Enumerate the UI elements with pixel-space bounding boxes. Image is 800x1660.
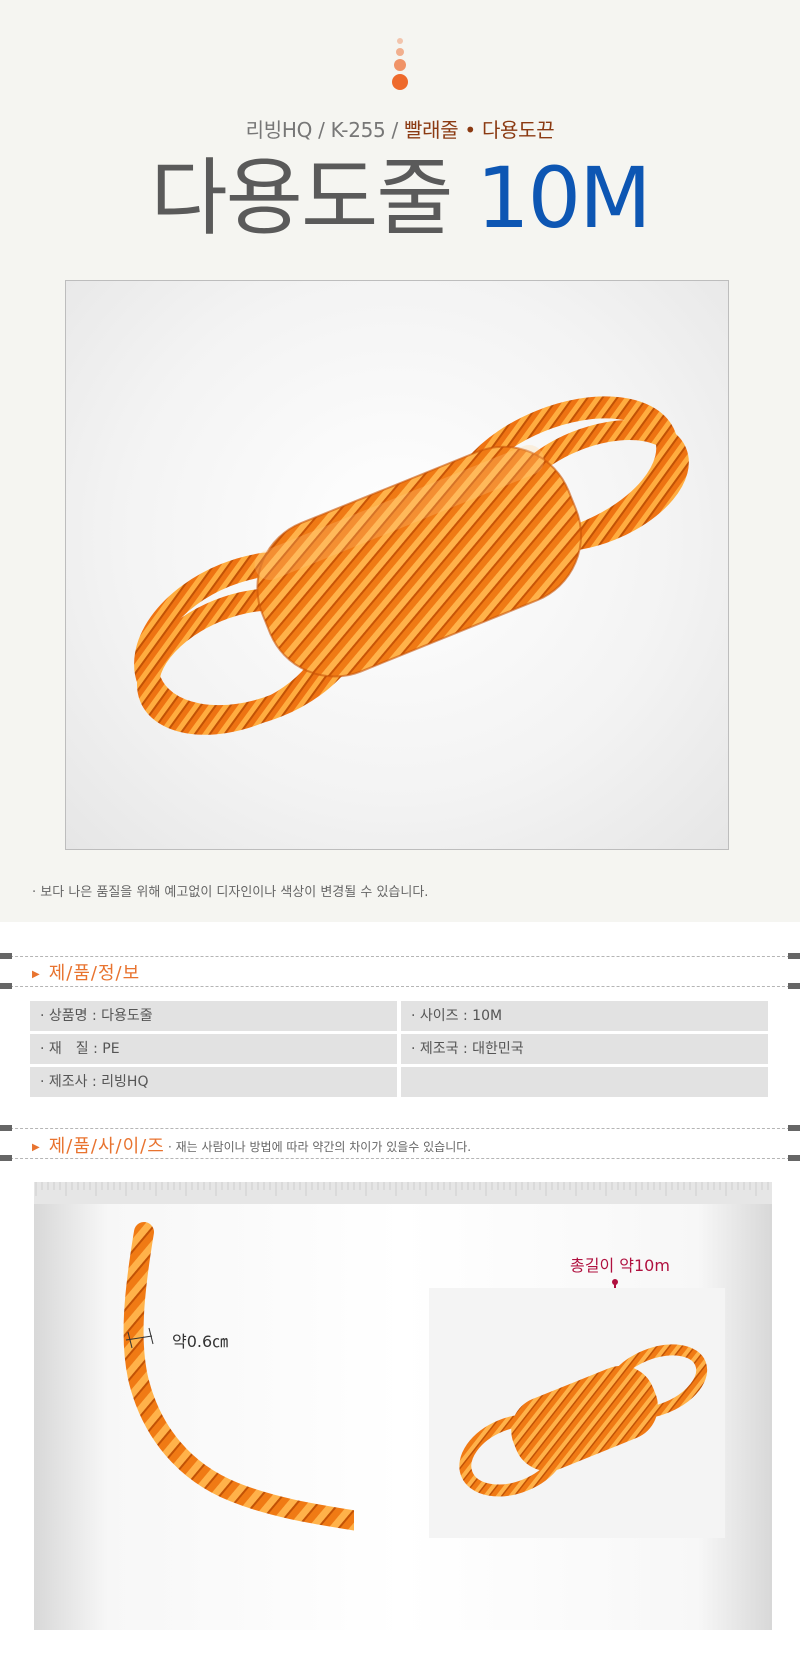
divider-tick-icon <box>0 983 12 989</box>
table-row: · 재 질 : PE · 제조국 : 대한민국 <box>30 1034 768 1064</box>
title-length: 10M <box>476 149 651 247</box>
rope-coil-inset-photo <box>429 1288 725 1538</box>
spec-size: · 사이즈 : 10M <box>401 1001 768 1031</box>
section-title-text: 제/품/사/이/즈 <box>48 1136 165 1157</box>
spec-empty <box>401 1067 768 1097</box>
triangle-bullet-icon: ▶ <box>32 969 41 980</box>
section-title-text: 제/품/정/보 <box>48 963 141 984</box>
section-divider <box>0 986 800 987</box>
design-change-notice: · 보다 나은 품질을 위해 예고없이 디자인이나 색상이 변경될 수 있습니다… <box>32 885 429 900</box>
length-label: 총길이 약10m <box>570 1256 670 1275</box>
spec-table: · 상품명 : 다용도줄 · 사이즈 : 10M · 재 질 : PE · 제조… <box>30 1001 768 1100</box>
product-subtitle: 리빙HQ / K-255 / 빨래줄 • 다용도끈 <box>0 114 800 143</box>
spec-origin: · 제조국 : 대한민국 <box>401 1034 768 1064</box>
decorative-dots-icon <box>391 38 409 90</box>
table-row: · 제조사 : 리빙HQ <box>30 1067 768 1097</box>
section-title-product-size: ▶ 제/품/사/이/즈 <box>32 1132 165 1158</box>
rope-coil-small-image <box>459 1344 708 1497</box>
triangle-bullet-icon: ▶ <box>32 1142 41 1153</box>
divider-tick-icon <box>788 953 800 959</box>
size-illustration: 약0.6㎝ 총길이 약10m <box>34 1182 772 1630</box>
divider-tick-icon <box>788 1155 800 1161</box>
subtitle-brand-model: 리빙HQ / K-255 / <box>245 118 405 142</box>
divider-tick-icon <box>788 983 800 989</box>
product-photo <box>65 280 729 850</box>
divider-tick-icon <box>0 953 12 959</box>
section-divider <box>0 1158 800 1159</box>
spec-product-name: · 상품명 : 다용도줄 <box>30 1001 397 1031</box>
product-title: 다용도줄 10M <box>0 148 800 248</box>
section-divider <box>0 1128 800 1129</box>
divider-tick-icon <box>788 1125 800 1131</box>
spec-material: · 재 질 : PE <box>30 1034 397 1064</box>
title-name: 다용도줄 <box>150 149 453 247</box>
hero-section: 리빙HQ / K-255 / 빨래줄 • 다용도끈 다용도줄 10M · 보다 … <box>0 0 800 922</box>
divider-tick-icon <box>0 1155 12 1161</box>
section-divider <box>0 956 800 957</box>
thickness-label: 약0.6㎝ <box>172 1332 229 1351</box>
measurement-note: · 재는 사람이나 방법에 따라 약간의 차이가 있을수 있습니다. <box>168 1140 472 1154</box>
rope-coil-image <box>134 396 689 735</box>
divider-tick-icon <box>0 1125 12 1131</box>
spec-manufacturer: · 제조사 : 리빙HQ <box>30 1067 397 1097</box>
subtitle-category: 빨래줄 • 다용도끈 <box>404 118 555 142</box>
section-title-product-info: ▶ 제/품/정/보 <box>32 959 140 985</box>
table-row: · 상품명 : 다용도줄 · 사이즈 : 10M <box>30 1001 768 1031</box>
rope-strand-image <box>123 1222 354 1531</box>
